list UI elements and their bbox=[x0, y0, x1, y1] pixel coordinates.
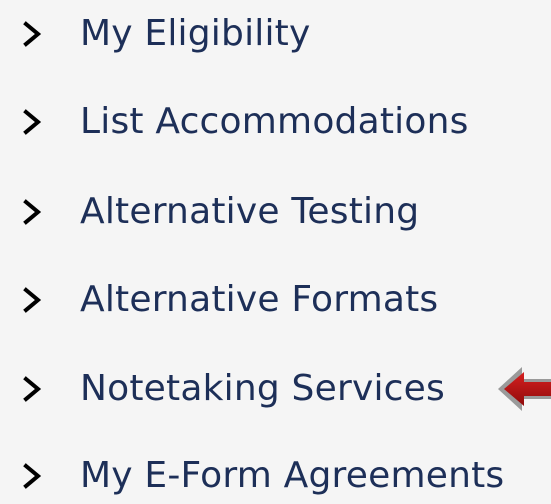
menu-item-alternative-formats[interactable]: Alternative Formats bbox=[0, 270, 551, 330]
menu-item-label: My E-Form Agreements bbox=[80, 455, 505, 496]
menu-item-list-accommodations[interactable]: List Accommodations bbox=[0, 92, 551, 152]
chevron-right-icon bbox=[22, 194, 44, 230]
red-arrow-left-icon bbox=[498, 367, 551, 411]
menu-item-label: Notetaking Services bbox=[80, 368, 445, 409]
menu-item-label: Alternative Testing bbox=[80, 191, 420, 232]
chevron-right-icon bbox=[22, 371, 44, 407]
chevron-right-icon bbox=[22, 458, 44, 494]
menu-item-label: List Accommodations bbox=[80, 101, 469, 142]
menu-item-label: Alternative Formats bbox=[80, 279, 439, 320]
chevron-right-icon bbox=[22, 16, 44, 52]
menu-item-my-eligibility[interactable]: My Eligibility bbox=[0, 4, 551, 64]
chevron-right-icon bbox=[22, 104, 44, 140]
menu-item-alternative-testing[interactable]: Alternative Testing bbox=[0, 182, 551, 242]
sidebar-menu: My Eligibility List Accommodations Alter… bbox=[0, 0, 551, 504]
menu-item-notetaking-services[interactable]: Notetaking Services bbox=[0, 359, 551, 419]
menu-item-label: My Eligibility bbox=[80, 13, 311, 54]
chevron-right-icon bbox=[22, 282, 44, 318]
menu-item-my-e-form-agreements[interactable]: My E-Form Agreements bbox=[0, 446, 551, 504]
